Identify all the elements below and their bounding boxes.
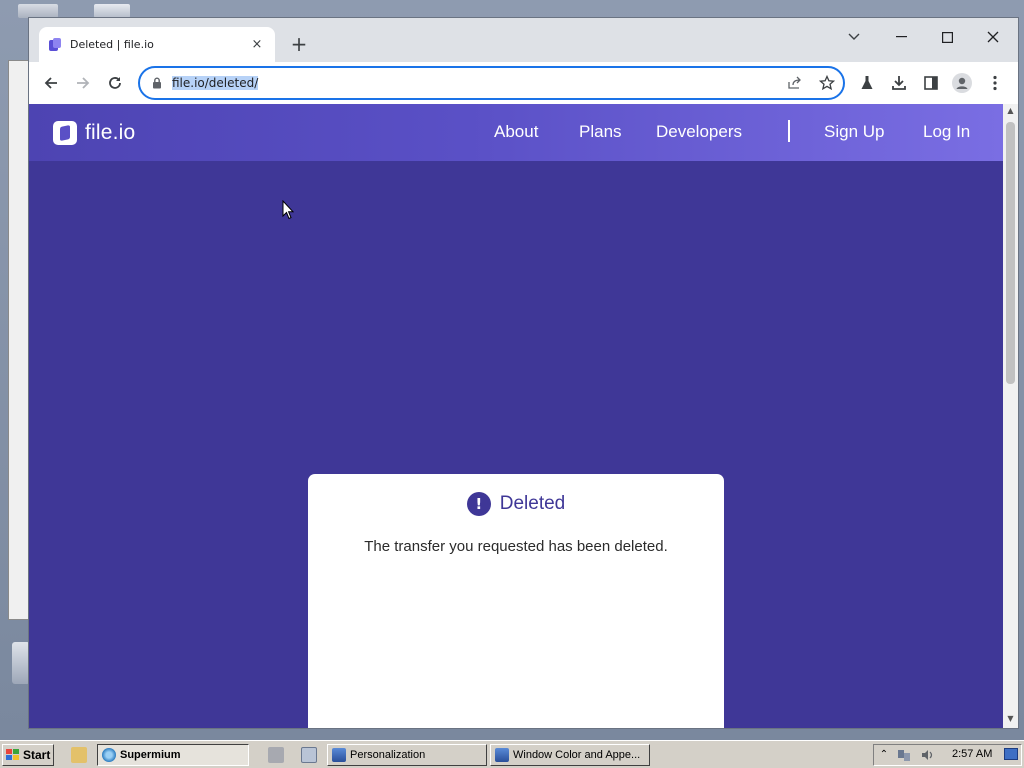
taskbar-item-window-color[interactable]: Window Color and Appe... bbox=[490, 744, 650, 766]
labs-flask-icon[interactable] bbox=[856, 72, 878, 94]
tab-title: Deleted | file.io bbox=[70, 38, 154, 51]
quicklaunch-tool-icon[interactable] bbox=[268, 747, 284, 763]
tab-strip: Deleted | file.io × + bbox=[29, 18, 1018, 62]
clock[interactable]: 2:57 AM bbox=[952, 748, 992, 760]
address-bar[interactable]: file.io/deleted/ bbox=[138, 66, 845, 100]
maximize-button[interactable] bbox=[924, 22, 970, 52]
share-icon[interactable] bbox=[784, 72, 806, 94]
desktop-icon-recycle-bin[interactable] bbox=[18, 4, 58, 18]
fileio-logo-icon bbox=[53, 121, 77, 145]
browser-window: Deleted | file.io × + file.io/deleted/ f… bbox=[28, 17, 1019, 729]
back-arrow-icon[interactable] bbox=[37, 69, 65, 97]
browser-toolbar: file.io/deleted/ bbox=[29, 62, 1018, 104]
status-card: ! Deleted The transfer you requested has… bbox=[308, 474, 724, 728]
task-label: Personalization bbox=[350, 749, 426, 761]
page-scrollbar[interactable]: ▲ ▼ bbox=[1003, 104, 1018, 728]
taskbar: Start Supermium Personalization Window C… bbox=[0, 740, 1024, 768]
system-tray: ⌃ 2:57 AM bbox=[873, 744, 1022, 766]
download-icon[interactable] bbox=[888, 72, 910, 94]
url-text[interactable]: file.io/deleted/ bbox=[172, 76, 259, 90]
windows-flag-icon bbox=[6, 749, 20, 761]
nav-link-log-in[interactable]: Log In bbox=[923, 122, 970, 142]
new-tab-button[interactable]: + bbox=[287, 33, 311, 57]
minimize-button[interactable] bbox=[878, 22, 924, 52]
taskbar-item-personalization[interactable]: Personalization bbox=[327, 744, 487, 766]
menu-kebab-icon[interactable] bbox=[984, 72, 1006, 94]
desktop-icon[interactable] bbox=[94, 4, 130, 18]
nav-divider bbox=[788, 120, 790, 142]
bookmark-star-icon[interactable] bbox=[816, 72, 838, 94]
show-desktop-tray-icon[interactable] bbox=[1004, 748, 1018, 762]
start-button[interactable]: Start bbox=[2, 744, 54, 766]
fileio-favicon-icon bbox=[49, 37, 61, 52]
tray-expand-chevron-icon[interactable]: ⌃ bbox=[877, 748, 891, 762]
forward-arrow-icon[interactable] bbox=[69, 69, 97, 97]
site-header: file.io About Plans Developers Sign Up L… bbox=[29, 104, 1003, 161]
taskbar-item-supermium[interactable]: Supermium bbox=[97, 744, 249, 766]
logo-text: file.io bbox=[85, 121, 136, 144]
task-label: Window Color and Appe... bbox=[513, 749, 641, 761]
nav-link-sign-up[interactable]: Sign Up bbox=[824, 122, 884, 142]
supermium-icon bbox=[102, 748, 116, 762]
start-label: Start bbox=[23, 748, 51, 762]
alert-exclamation-icon: ! bbox=[466, 492, 491, 516]
nav-link-about[interactable]: About bbox=[494, 122, 538, 142]
card-title: Deleted bbox=[499, 493, 566, 514]
network-icon[interactable] bbox=[897, 748, 911, 762]
card-header: ! Deleted bbox=[308, 492, 724, 516]
mouse-cursor-icon bbox=[282, 200, 294, 220]
nav-link-developers[interactable]: Developers bbox=[656, 122, 742, 142]
show-desktop-icon[interactable] bbox=[301, 747, 317, 763]
close-window-button[interactable] bbox=[970, 22, 1016, 52]
lock-icon[interactable] bbox=[152, 77, 162, 89]
profile-avatar-icon[interactable] bbox=[951, 72, 973, 94]
tab-active[interactable]: Deleted | file.io × bbox=[39, 27, 275, 62]
side-panel-icon[interactable] bbox=[920, 72, 942, 94]
site-logo[interactable]: file.io bbox=[53, 121, 135, 145]
tab-close-icon[interactable]: × bbox=[249, 37, 265, 53]
card-message: The transfer you requested has been dele… bbox=[364, 538, 668, 555]
explorer-quicklaunch-icon[interactable] bbox=[71, 747, 87, 763]
scroll-up-arrow-icon[interactable]: ▲ bbox=[1003, 106, 1018, 118]
window-color-icon bbox=[495, 748, 509, 762]
personalization-icon bbox=[332, 748, 346, 762]
task-label: Supermium bbox=[120, 749, 181, 761]
nav-link-plans[interactable]: Plans bbox=[579, 122, 622, 142]
reload-icon[interactable] bbox=[101, 69, 129, 97]
scroll-thumb[interactable] bbox=[1006, 122, 1015, 384]
page-viewport: file.io About Plans Developers Sign Up L… bbox=[29, 104, 1003, 728]
scroll-down-arrow-icon[interactable]: ▼ bbox=[1003, 714, 1018, 726]
tab-search-chevron-icon[interactable] bbox=[831, 22, 877, 52]
volume-icon[interactable] bbox=[920, 748, 934, 762]
